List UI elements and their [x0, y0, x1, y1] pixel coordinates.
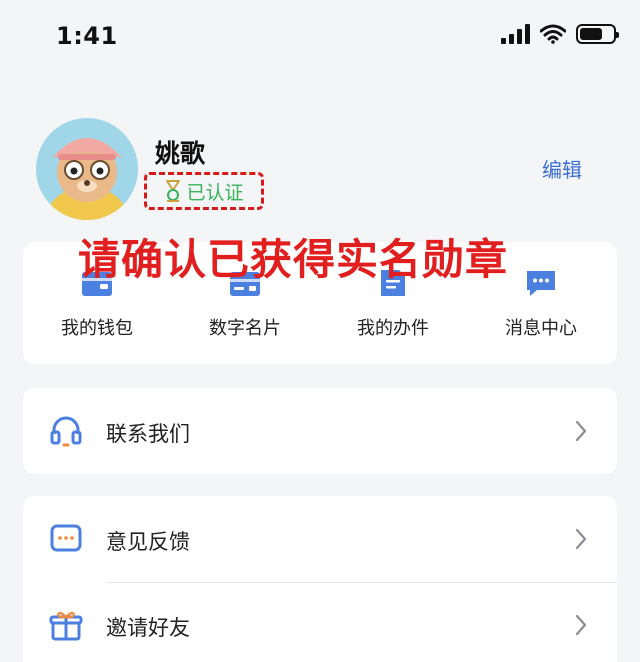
feedback-icon [50, 524, 82, 552]
battery-icon [576, 24, 619, 44]
message-icon [527, 271, 555, 296]
quick-action-label: 消息中心 [505, 318, 577, 339]
avatar[interactable] [36, 118, 138, 220]
medal-icon [166, 180, 181, 202]
quick-action-label: 我的办件 [357, 318, 429, 339]
chevron-right-icon [575, 528, 587, 550]
menu-item-feedback[interactable]: 意见反馈 [23, 496, 617, 582]
wifi-icon [540, 24, 566, 44]
chevron-right-icon [575, 420, 587, 442]
verified-label: 已认证 [186, 181, 244, 204]
status-time: 1:41 [56, 22, 118, 50]
menu-item-label: 意见反馈 [106, 530, 190, 554]
chevron-right-icon [575, 614, 587, 636]
menu-item-label: 联系我们 [106, 422, 190, 446]
status-bar: 1:41 [0, 0, 640, 80]
gift-icon [49, 611, 83, 641]
menu-card: 意见反馈 邀请好友 [23, 496, 617, 662]
quick-action-label: 我的钱包 [61, 318, 133, 339]
cellular-signal-icon [501, 24, 530, 44]
menu-item-invite-friends[interactable]: 邀请好友 [23, 582, 617, 662]
annotation-text: 请确认已获得实名勋章 [78, 235, 509, 284]
status-icons [501, 24, 619, 44]
user-name: 姚歌 [155, 139, 206, 168]
verified-badge[interactable]: 已认证 [144, 172, 264, 210]
headset-icon [50, 416, 82, 447]
menu-item-contact-us[interactable]: 联系我们 [23, 388, 617, 474]
contact-card: 联系我们 [23, 388, 617, 474]
edit-button[interactable]: 编辑 [542, 154, 582, 183]
quick-action-label: 数字名片 [209, 318, 281, 339]
menu-item-label: 邀请好友 [106, 616, 190, 640]
